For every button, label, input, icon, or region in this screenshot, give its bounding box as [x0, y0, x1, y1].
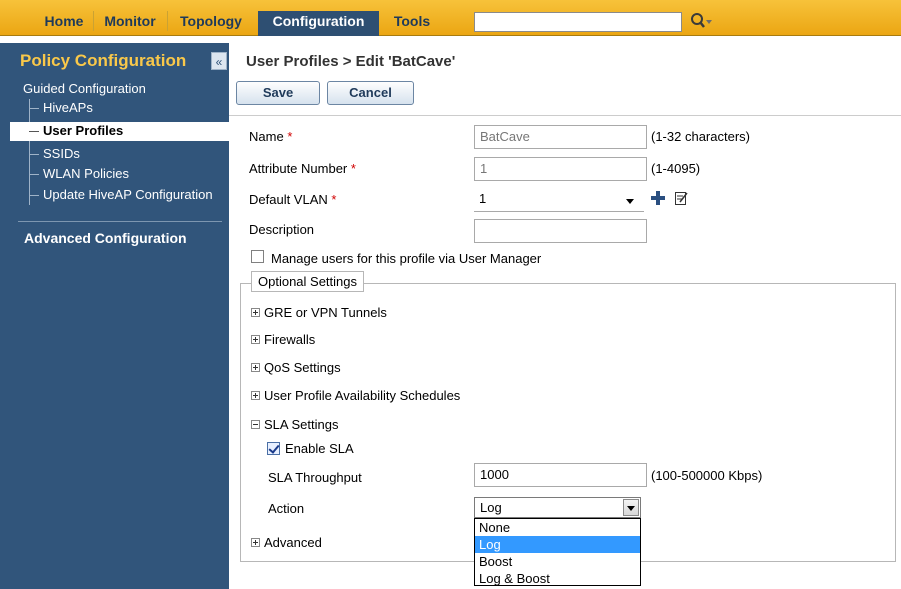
name-label-text: Name: [249, 129, 284, 144]
tree-line: [29, 99, 30, 205]
nav-tab-topology[interactable]: Topology: [172, 11, 250, 31]
section-qos-settings[interactable]: QoS Settings: [264, 360, 341, 375]
sidebar-title: Policy Configuration: [20, 51, 187, 70]
top-navigation-bar: Home Monitor Topology Configuration Tool…: [0, 0, 901, 36]
action-option-boost[interactable]: Boost: [475, 553, 640, 570]
description-label: Description: [249, 222, 315, 237]
attribute-number-field[interactable]: 1: [474, 157, 647, 181]
manage-users-checkbox[interactable]: [251, 250, 264, 263]
required-marker: *: [287, 129, 293, 144]
save-button[interactable]: Save: [236, 81, 320, 105]
nav-tab-home[interactable]: Home: [38, 11, 90, 31]
required-marker: *: [331, 192, 337, 207]
enable-sla-checkbox[interactable]: [267, 442, 280, 455]
attribute-number-label: Attribute Number *: [249, 161, 356, 176]
expand-plus-icon[interactable]: [251, 335, 260, 344]
required-marker: *: [350, 161, 356, 176]
attribute-number-label-text: Attribute Number: [249, 161, 348, 176]
action-option-log[interactable]: Log: [475, 536, 640, 553]
action-select[interactable]: Log: [474, 497, 641, 518]
edit-icon[interactable]: [675, 191, 688, 205]
chevron-down-icon: [626, 199, 634, 204]
action-option-none[interactable]: None: [475, 519, 640, 536]
expand-plus-icon[interactable]: [251, 391, 260, 400]
collapse-minus-icon[interactable]: [251, 420, 260, 429]
expand-plus-icon[interactable]: [251, 308, 260, 317]
tree-line: [29, 154, 39, 155]
expand-plus-icon[interactable]: [251, 363, 260, 372]
chevron-down-icon: [627, 506, 635, 511]
nav-tab-configuration[interactable]: Configuration: [258, 11, 379, 36]
name-hint: (1-32 characters): [651, 129, 750, 144]
tree-line: [29, 131, 39, 132]
plus-icon[interactable]: [651, 191, 665, 205]
sidebar: Policy Configuration « Guided Configurat…: [0, 43, 229, 589]
sidebar-item-hiveaps[interactable]: HiveAPs: [43, 100, 93, 115]
expand-plus-icon[interactable]: [251, 538, 260, 547]
nav-separator: [93, 11, 94, 31]
default-vlan-label-text: Default VLAN: [249, 192, 328, 207]
attribute-number-hint: (1-4095): [651, 161, 701, 176]
nav-tab-tools[interactable]: Tools: [384, 11, 440, 31]
manage-users-label: Manage users for this profile via User M…: [271, 251, 542, 266]
magnifier-icon[interactable]: [690, 12, 712, 32]
section-gre-vpn-tunnels[interactable]: GRE or VPN Tunnels: [264, 305, 387, 320]
sla-throughput-label: SLA Throughput: [268, 470, 362, 485]
action-option-log-and-boost[interactable]: Log & Boost: [475, 570, 640, 587]
action-select-arrow-button[interactable]: [623, 499, 639, 516]
optional-settings-legend: Optional Settings: [251, 271, 365, 292]
sidebar-item-user-profiles[interactable]: User Profiles: [43, 123, 123, 138]
name-field[interactable]: BatCave: [474, 125, 647, 149]
action-dropdown-list: None Log Boost Log & Boost: [474, 518, 641, 586]
enable-sla-label: Enable SLA: [285, 441, 354, 456]
sidebar-guided-configuration[interactable]: Guided Configuration: [23, 81, 146, 96]
tree-line: [29, 108, 39, 109]
name-label: Name *: [249, 129, 292, 144]
tree-line: [29, 195, 39, 196]
page-title: User Profiles > Edit 'BatCave': [246, 53, 456, 70]
section-availability-schedules[interactable]: User Profile Availability Schedules: [264, 388, 460, 403]
toolbar-divider: [229, 115, 901, 116]
default-vlan-select[interactable]: 1: [474, 188, 644, 212]
description-field[interactable]: [474, 219, 647, 243]
nav-tab-monitor[interactable]: Monitor: [98, 11, 162, 31]
sidebar-item-ssids[interactable]: SSIDs: [43, 146, 80, 161]
section-advanced[interactable]: Advanced: [264, 535, 322, 550]
sidebar-item-wlan-policies[interactable]: WLAN Policies: [43, 166, 129, 181]
double-chevron-left-icon[interactable]: «: [211, 52, 227, 70]
sla-throughput-field[interactable]: 1000: [474, 463, 647, 487]
sidebar-divider: [18, 221, 222, 222]
action-label: Action: [268, 501, 305, 516]
sla-throughput-hint: (100-500000 Kbps): [651, 468, 763, 483]
default-vlan-label: Default VLAN *: [249, 192, 336, 207]
cancel-button[interactable]: Cancel: [327, 81, 414, 105]
section-firewalls[interactable]: Firewalls: [264, 332, 315, 347]
search-input[interactable]: [474, 12, 682, 32]
sidebar-item-update-hiveap-configuration[interactable]: Update HiveAP Configuration: [43, 187, 213, 202]
sidebar-advanced-configuration[interactable]: Advanced Configuration: [24, 230, 187, 246]
nav-separator: [167, 11, 168, 31]
tree-line: [29, 174, 39, 175]
section-sla-settings[interactable]: SLA Settings: [264, 417, 338, 432]
